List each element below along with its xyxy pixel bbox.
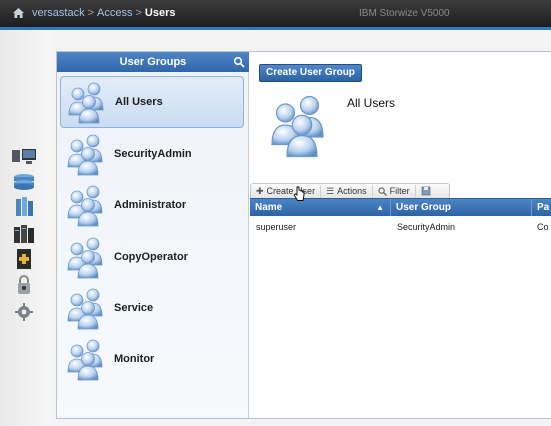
users-group-icon — [67, 288, 103, 330]
group-item-monitor[interactable]: Monitor — [60, 333, 244, 385]
pools-icon[interactable] — [10, 171, 38, 193]
group-label: All Users — [115, 96, 163, 108]
home-icon[interactable] — [12, 7, 25, 19]
sort-ascending-icon: ▲ — [376, 203, 384, 212]
navigation-rail — [0, 30, 52, 426]
save-icon — [421, 186, 430, 196]
users-group-icon — [68, 82, 104, 124]
users-group-icon — [67, 185, 103, 227]
group-label: SecurityAdmin — [114, 148, 192, 160]
group-item-copyoperator[interactable]: CopyOperator — [60, 231, 244, 283]
volumes-icon[interactable] — [10, 196, 38, 218]
column-header-name[interactable]: Name ▲ — [250, 199, 391, 216]
create-user-button[interactable]: ✚ Create User — [251, 184, 322, 198]
users-group-icon — [67, 339, 103, 381]
column-header-password[interactable]: Pa — [532, 199, 551, 216]
system-monitor-icon[interactable] — [10, 147, 38, 169]
selected-group-icon — [271, 95, 324, 158]
users-group-icon — [67, 237, 103, 279]
hand-cursor-icon — [293, 186, 305, 201]
users-group-icon — [67, 134, 103, 176]
breadcrumb: versastack > Access > Users — [32, 7, 176, 19]
export-button[interactable] — [416, 185, 436, 198]
group-label: Monitor — [114, 353, 155, 365]
create-user-group-button[interactable]: Create User Group — [259, 64, 362, 82]
user-groups-list: User Groups All Users SecurityAdmin Admi… — [57, 52, 249, 418]
breadcrumb-access[interactable]: Access — [97, 7, 132, 19]
column-header-user-group[interactable]: User Group — [391, 199, 532, 216]
search-icon[interactable] — [233, 56, 245, 68]
filter-label: Filter — [389, 186, 410, 196]
users-toolbar: ✚ Create User ☰ Actions Filter — [250, 183, 450, 198]
copy-services-icon[interactable] — [10, 248, 38, 270]
cell-name: superuser — [256, 222, 297, 232]
user-groups-title: User Groups — [119, 56, 187, 68]
users-table: Name ▲ User Group Pa superuser SecurityA… — [250, 198, 551, 418]
group-label: Service — [114, 302, 154, 314]
group-item-securityadmin[interactable]: SecurityAdmin — [60, 128, 244, 180]
group-item-administrator[interactable]: Administrator — [60, 179, 244, 231]
cell-password: Co — [537, 222, 549, 232]
plus-icon: ✚ — [256, 185, 264, 196]
group-label: Administrator — [114, 199, 187, 211]
cell-user-group: SecurityAdmin — [397, 222, 456, 232]
actions-label: Actions — [337, 186, 367, 196]
product-name: IBM Storwize V5000 — [359, 8, 450, 19]
list-icon: ☰ — [326, 185, 335, 196]
hosts-icon[interactable] — [10, 223, 38, 245]
header-accent-line — [0, 27, 551, 30]
actions-menu-button[interactable]: ☰ Actions — [321, 184, 373, 198]
top-bar: versastack > Access > Users IBM Storwize V50… — [0, 0, 551, 27]
create-user-label: Create User — [266, 186, 316, 196]
users-panel: User Groups All Users SecurityAdmin Admi… — [56, 51, 551, 419]
selected-group-title: All Users — [347, 96, 396, 110]
settings-gear-icon[interactable] — [10, 301, 38, 323]
filter-button[interactable]: Filter — [373, 184, 416, 198]
search-icon — [378, 186, 387, 196]
user-groups-header: User Groups — [57, 52, 249, 72]
group-item-all-users[interactable]: All Users — [60, 76, 244, 128]
table-row[interactable]: superuser SecurityAdmin Co — [250, 219, 551, 235]
breadcrumb-separator: > — [135, 7, 142, 19]
breadcrumb-versastack[interactable]: versastack — [32, 7, 85, 19]
breadcrumb-separator: > — [87, 7, 95, 19]
access-lock-icon[interactable] — [10, 274, 38, 296]
group-item-service[interactable]: Service — [60, 282, 244, 334]
breadcrumb-users: Users — [144, 7, 176, 19]
group-label: CopyOperator — [114, 251, 188, 263]
